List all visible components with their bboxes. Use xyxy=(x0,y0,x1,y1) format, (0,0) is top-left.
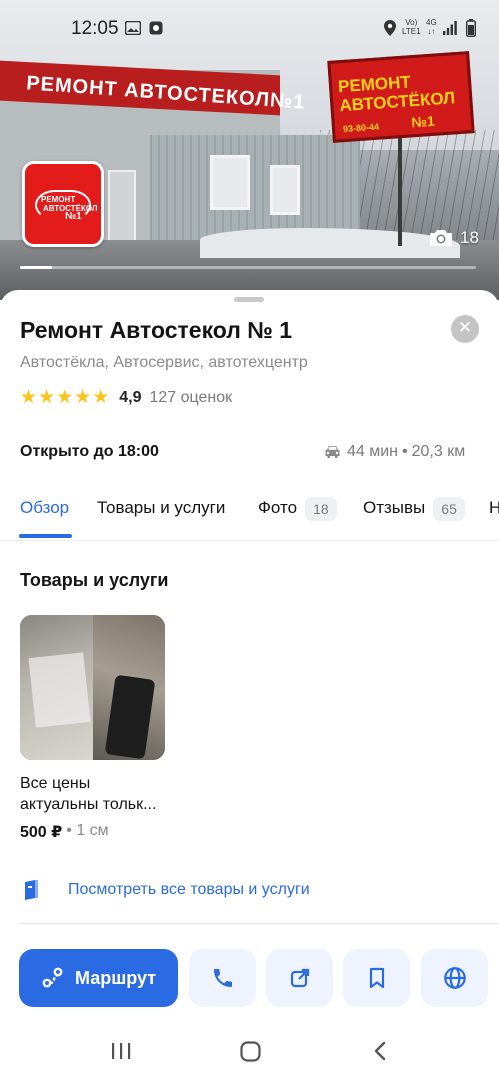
share-button[interactable] xyxy=(266,949,333,1007)
billboard-number: №1 xyxy=(410,112,436,131)
bookmark-icon xyxy=(369,967,384,989)
route-info[interactable]: 44 мин • 20,3 км xyxy=(324,443,465,461)
network-label-bottom: LTE1 xyxy=(402,27,421,36)
place-categories: Автостёкла, Автосервис, автотехцентр xyxy=(20,354,308,371)
share-icon xyxy=(290,968,309,988)
book-icon xyxy=(25,880,38,900)
route-icon xyxy=(42,967,63,988)
product-name-line2: актуальны тольк... xyxy=(20,796,157,813)
globe-icon xyxy=(443,967,466,989)
see-all-goods-link[interactable]: Посмотреть все товары и услуги xyxy=(20,875,310,905)
product-price: 500 ₽ • 1 см xyxy=(20,822,165,842)
photo-billboard: РЕМОНТ АВТОСТЁКОЛ 93-80-44 №1 xyxy=(327,51,475,143)
camera-icon xyxy=(430,230,452,246)
opening-hours[interactable]: Открыто до 18:00 xyxy=(20,443,159,461)
star-icon: ★ xyxy=(56,387,74,408)
tab-photos-label: Фото xyxy=(258,498,298,517)
place-card-sheet: Ремонт Автостекол № 1 ✕ Автостёкла, Авто… xyxy=(0,290,499,1080)
network-arrows: ↓↑ xyxy=(427,27,436,36)
tab-overview-label: Обзор xyxy=(20,498,70,517)
network-label: Vo) LTE1 xyxy=(402,18,421,36)
product-price-value: 500 ₽ xyxy=(20,824,63,841)
website-button[interactable] xyxy=(421,949,488,1007)
photo-count-value: 18 xyxy=(460,228,479,247)
tab-reviews[interactable]: Отзывы 65 xyxy=(363,497,465,540)
star-icon: ★ xyxy=(38,387,56,408)
billboard-pole xyxy=(398,136,402,246)
product-card[interactable]: Все цены актуальны тольк... 500 ₽ • 1 см xyxy=(20,615,165,842)
star-icon: ★ xyxy=(20,387,38,408)
tab-photos[interactable]: Фото 18 xyxy=(258,497,337,540)
location-icon xyxy=(384,20,396,36)
status-time: 12:05 xyxy=(71,18,119,39)
tab-photos-badge: 18 xyxy=(305,497,337,521)
car-icon xyxy=(325,446,340,458)
billboard-text: РЕМОНТ АВТОСТЁКОЛ xyxy=(337,69,455,115)
network-type-label: 4G xyxy=(426,18,437,27)
back-icon[interactable] xyxy=(373,1041,387,1061)
tab-bar: Обзор Товары и услуги Фото 18 Отзывы 65 … xyxy=(0,497,499,540)
place-title: Ремонт Автостекол № 1 xyxy=(20,317,293,343)
tab-news-label: Н xyxy=(489,498,499,517)
product-name-line1: Все цены xyxy=(20,775,91,792)
tab-reviews-label: Отзывы xyxy=(363,498,426,517)
tab-news[interactable]: Н xyxy=(489,498,499,540)
active-tab-indicator xyxy=(19,534,72,538)
see-all-goods-label: Посмотреть все товары и услуги xyxy=(68,881,310,898)
bookmark-button[interactable] xyxy=(343,949,410,1007)
logo-text-3: №1 xyxy=(65,211,82,222)
network-label-top: Vo) xyxy=(405,18,418,27)
photo-progress-fill xyxy=(20,266,52,269)
route-distance: 20,3 км xyxy=(411,443,466,460)
company-logo[interactable]: РЕМОНТ АВТОСТЁКОЛ №1 xyxy=(22,161,104,247)
close-button[interactable]: ✕ xyxy=(451,315,479,343)
tabs-divider xyxy=(0,540,499,541)
close-icon: ✕ xyxy=(457,318,473,337)
status-bar: 12:05 Vo) LTE1 4G ↓↑ xyxy=(0,0,499,58)
tab-goods-services-label: Товары и услуги xyxy=(97,498,226,517)
products-heading: Товары и услуги xyxy=(20,570,169,590)
recent-apps-icon[interactable] xyxy=(111,1042,131,1060)
route-separator: • xyxy=(402,443,408,460)
product-image xyxy=(20,615,165,760)
route-time: 44 мин xyxy=(347,443,399,460)
billboard-phone-text: 93-80-44 xyxy=(342,121,380,135)
rating-value: 4,9 xyxy=(119,389,142,406)
rating-row[interactable]: ★ ★ ★ ★ ★ 4,9 127 оценок xyxy=(20,387,232,409)
tab-reviews-badge: 65 xyxy=(433,497,465,521)
notification-icon xyxy=(149,21,163,35)
route-button-label: Маршрут xyxy=(74,967,157,988)
photo-progress xyxy=(20,266,476,269)
network-type: 4G ↓↑ xyxy=(426,18,437,36)
sheet-grabber[interactable] xyxy=(234,297,264,302)
star-icon: ★ xyxy=(74,387,92,408)
star-icon: ★ xyxy=(92,387,110,408)
phone-icon xyxy=(213,969,232,987)
route-button[interactable]: Маршрут xyxy=(19,949,178,1007)
rating-count: 127 оценок xyxy=(149,389,233,406)
logo-text-1: РЕМОНТ xyxy=(41,195,76,204)
sheet-divider xyxy=(20,923,499,924)
signal-icon xyxy=(443,21,457,35)
image-icon xyxy=(125,21,141,35)
action-bar: Маршрут xyxy=(0,947,499,1009)
battery-icon xyxy=(466,19,476,37)
billboard-phone: 93-80-44 №1 xyxy=(342,113,435,135)
rating-stars: ★ ★ ★ ★ ★ xyxy=(20,387,109,409)
system-nav-bar xyxy=(0,1020,499,1080)
photo-count[interactable]: 18 xyxy=(428,226,479,250)
product-name: Все цены актуальны тольк... xyxy=(20,773,165,815)
call-button[interactable] xyxy=(189,949,256,1007)
photo-window xyxy=(210,155,250,210)
tab-goods-services[interactable]: Товары и услуги xyxy=(97,498,225,540)
product-photo-glass xyxy=(28,652,91,728)
photo-door xyxy=(108,170,136,250)
product-price-unit: • 1 см xyxy=(66,822,109,839)
photo-window xyxy=(270,165,300,215)
home-icon[interactable] xyxy=(240,1041,261,1062)
